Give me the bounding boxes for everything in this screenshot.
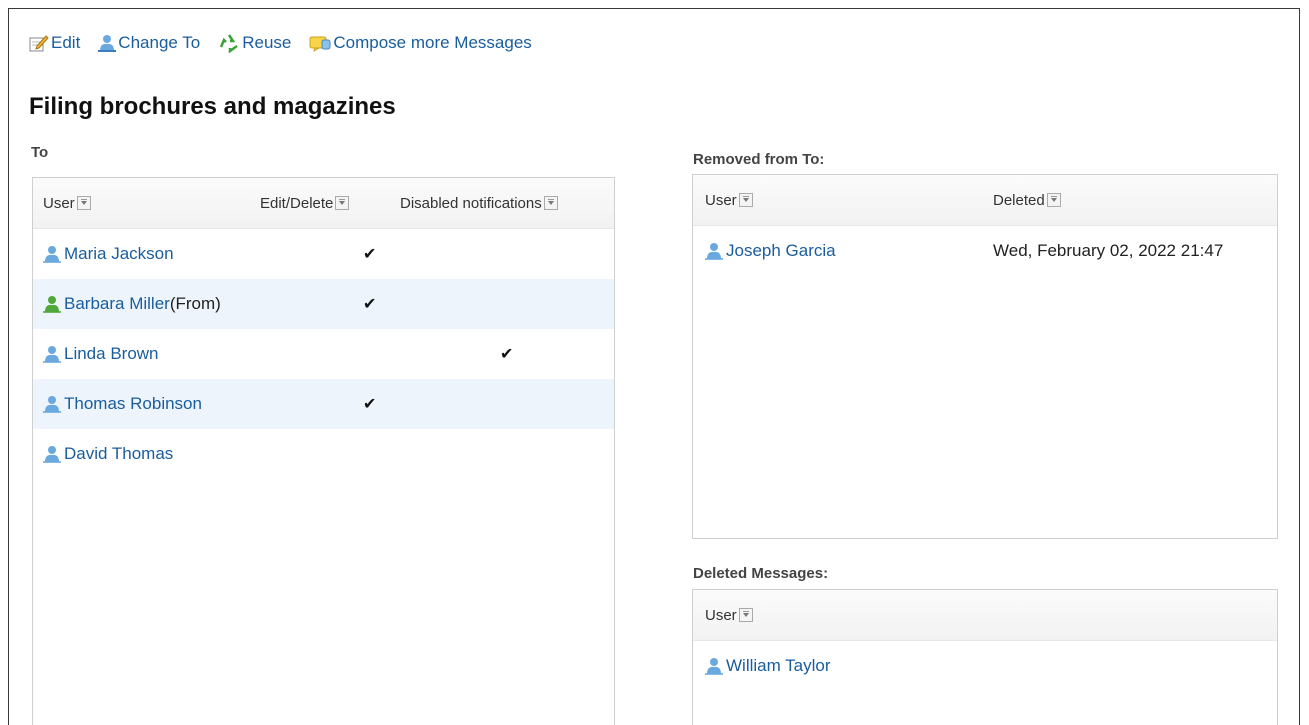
deleted-table-body: William Taylor: [693, 641, 1277, 691]
message-detail-frame: Edit Change To Reuse Compose more Messag…: [8, 8, 1300, 725]
user-icon: [98, 34, 117, 52]
sort-menu-icon[interactable]: [76, 196, 91, 210]
deleted-messages-table: User William Taylor: [692, 589, 1278, 725]
user-link[interactable]: Linda Brown: [43, 344, 159, 364]
sort-menu-icon[interactable]: [335, 196, 350, 210]
sort-menu-icon[interactable]: [738, 193, 753, 207]
user-column-header[interactable]: User: [705, 607, 753, 624]
user-name: William Taylor: [726, 656, 831, 675]
disabled-notifications-column-label: Disabled notifications: [400, 194, 542, 212]
removed-table-header: User Deleted: [693, 175, 1277, 226]
change-to-label: Change To: [118, 33, 201, 52]
sort-menu-icon[interactable]: [738, 608, 753, 622]
table-row: David Thomas: [33, 429, 614, 479]
reuse-label: Reuse: [242, 33, 292, 52]
user-icon: [43, 395, 61, 413]
user-icon: [705, 242, 723, 260]
edit-delete-column-header[interactable]: Edit/Delete: [260, 194, 350, 212]
sort-menu-icon[interactable]: [1046, 193, 1061, 207]
edit-link[interactable]: Edit: [29, 33, 80, 53]
deleted-date: Wed, February 02, 2022 21:47: [993, 241, 1224, 260]
table-row: William Taylor: [693, 641, 1277, 691]
sender-tag: (From): [169, 294, 221, 313]
disabled-notifications-checkmark: ✔: [500, 346, 514, 363]
user-name: Linda Brown: [64, 344, 159, 363]
to-recipients-table: User Edit/Delete Disabled notifications …: [32, 177, 615, 725]
user-column-label: User: [705, 606, 737, 624]
table-row: Maria Jackson ✔: [33, 229, 614, 279]
user-icon: [43, 345, 61, 363]
user-link[interactable]: Barbara Miller: [43, 294, 170, 314]
user-icon: [43, 445, 61, 463]
user-column-label: User: [43, 194, 75, 212]
user-cell: David Thomas: [43, 429, 173, 479]
table-row: Joseph Garcia Wed, February 02, 2022 21:4…: [693, 226, 1277, 276]
to-table-header: User Edit/Delete Disabled notifications: [33, 178, 614, 229]
user-cell: William Taylor: [705, 641, 831, 691]
user-cell: Thomas Robinson: [43, 379, 202, 429]
to-section-label: To: [31, 144, 49, 161]
toolbar: Edit Change To Reuse Compose more Messag…: [29, 33, 550, 53]
to-table-body: Maria Jackson ✔ Barbara Miller (From) ✔ Linda…: [33, 229, 614, 479]
user-name: David Thomas: [64, 444, 174, 463]
table-row: Thomas Robinson ✔: [33, 379, 614, 429]
user-icon: [705, 657, 723, 675]
reuse-link[interactable]: Reuse: [218, 33, 291, 53]
user-name: Maria Jackson: [64, 244, 174, 263]
user-cell: Linda Brown: [43, 329, 159, 379]
user-cell: Barbara Miller (From): [43, 279, 221, 329]
edit-delete-checkmark: ✔: [363, 246, 377, 263]
user-name: Joseph Garcia: [726, 241, 836, 260]
change-to-link[interactable]: Change To: [98, 33, 200, 53]
removed-recipients-table: User Deleted Joseph Garcia Wed, February …: [692, 174, 1278, 539]
user-link[interactable]: Thomas Robinson: [43, 394, 202, 414]
user-link[interactable]: William Taylor: [705, 656, 831, 676]
deleted-table-header: User: [693, 590, 1277, 641]
page-title: Filing brochures and magazines: [29, 93, 396, 120]
user-cell: Maria Jackson: [43, 229, 174, 279]
user-link[interactable]: David Thomas: [43, 444, 173, 464]
edit-delete-checkmark: ✔: [363, 396, 377, 413]
removed-section-label: Removed from To:: [693, 151, 825, 168]
disabled-notifications-column-header[interactable]: Disabled notifications: [400, 195, 558, 212]
compose-more-label: Compose more Messages: [333, 33, 532, 52]
edit-delete-column-label: Edit/Delete: [260, 194, 334, 212]
user-icon: [43, 245, 61, 263]
edit-icon: [29, 34, 49, 52]
deleted-column-header[interactable]: Deleted: [993, 192, 1061, 209]
user-name: Thomas Robinson: [64, 394, 202, 413]
deleted-messages-section-label: Deleted Messages:: [693, 565, 829, 582]
user-column-header[interactable]: User: [43, 195, 91, 212]
sort-menu-icon[interactable]: [543, 196, 558, 210]
user-column-label: User: [705, 191, 737, 209]
edit-delete-checkmark: ✔: [363, 296, 377, 313]
user-cell: Joseph Garcia: [705, 226, 836, 276]
user-name: Barbara Miller: [64, 294, 170, 313]
user-column-header[interactable]: User: [705, 192, 753, 209]
removed-table-body: Joseph Garcia Wed, February 02, 2022 21:4…: [693, 226, 1277, 276]
recycle-icon: [218, 33, 240, 53]
user-link[interactable]: Maria Jackson: [43, 244, 174, 264]
table-row: Barbara Miller (From) ✔: [33, 279, 614, 329]
sender-user-icon: [43, 295, 61, 313]
table-row: Linda Brown ✔: [33, 329, 614, 379]
compose-message-icon: [309, 34, 331, 52]
deleted-column-label: Deleted: [993, 191, 1045, 209]
compose-more-link[interactable]: Compose more Messages: [309, 33, 532, 53]
edit-label: Edit: [51, 33, 81, 52]
user-link[interactable]: Joseph Garcia: [705, 241, 836, 261]
